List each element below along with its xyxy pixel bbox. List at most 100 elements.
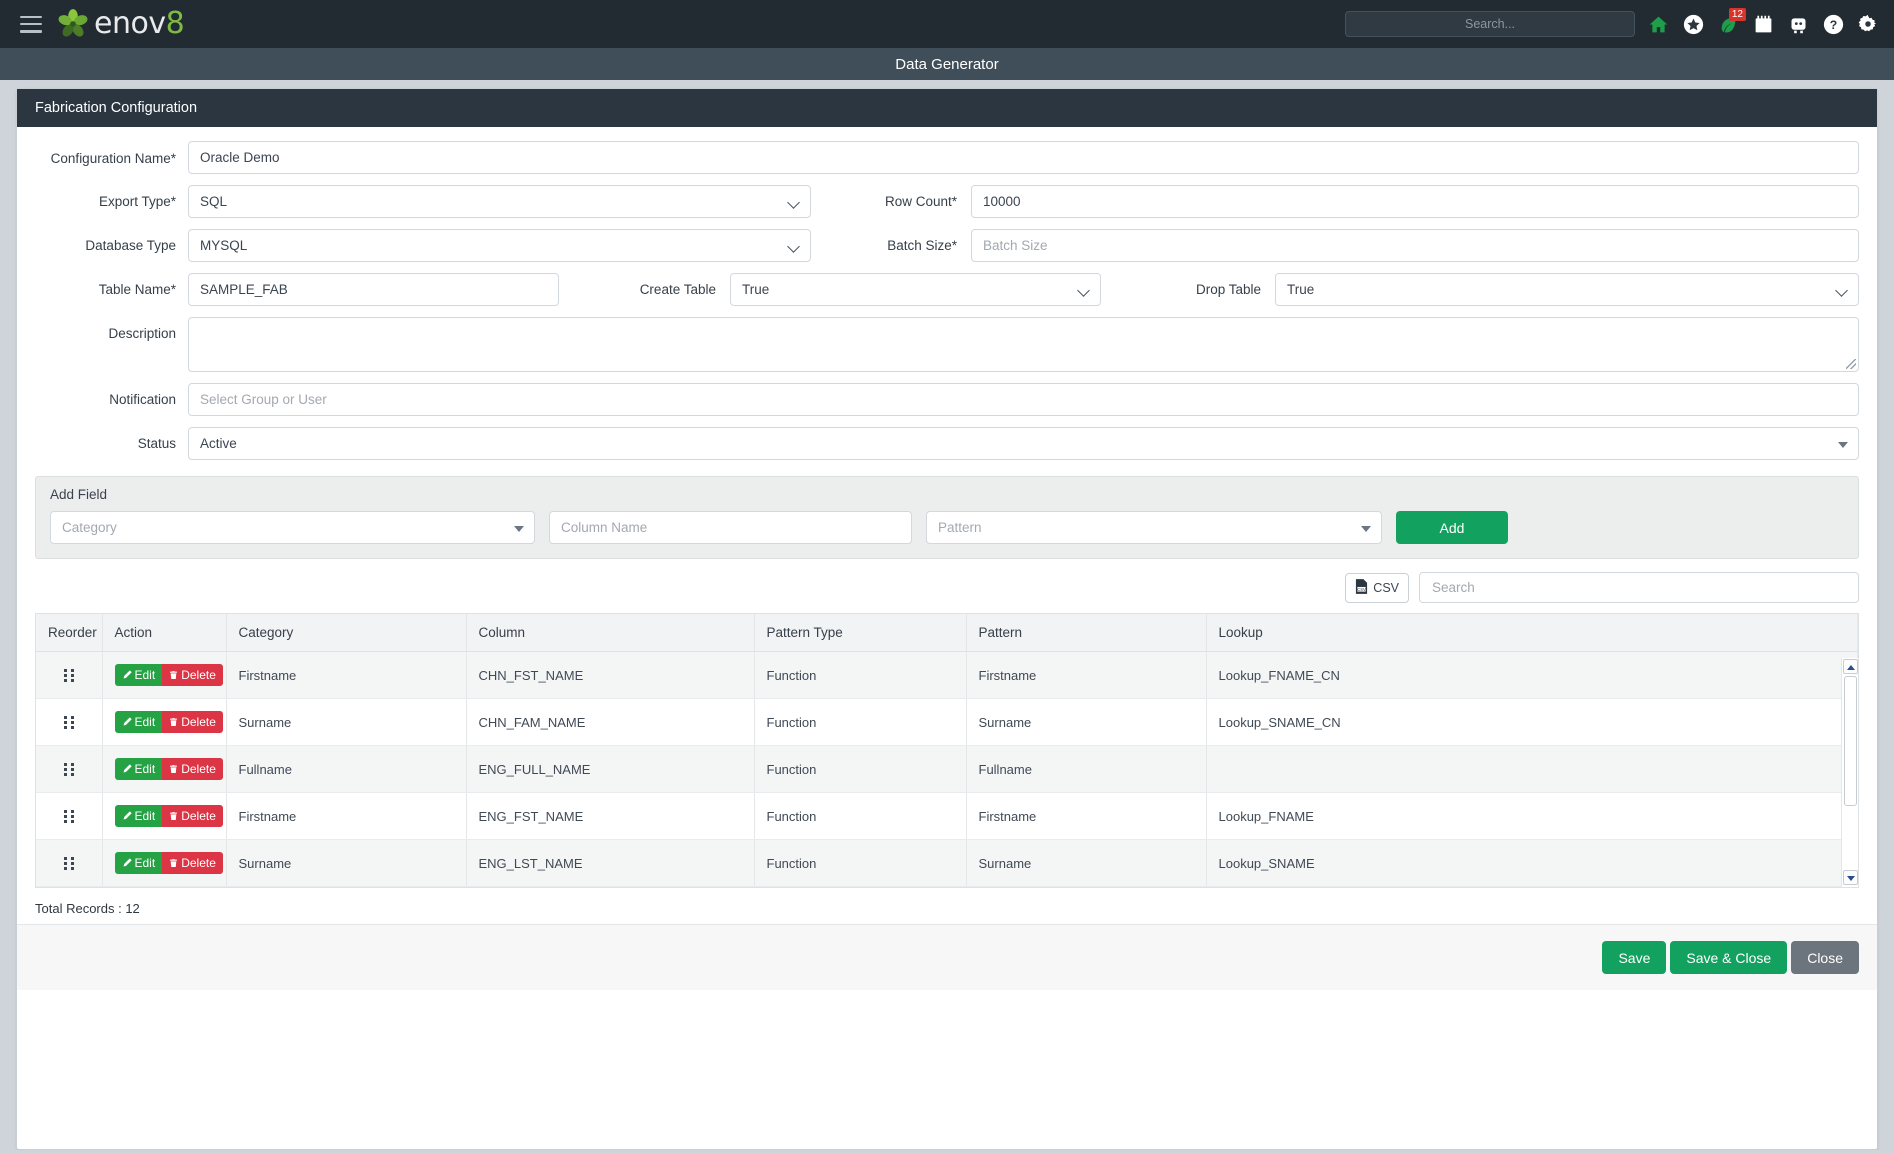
create-table-select[interactable]: True: [730, 273, 1101, 306]
delete-row-label: Delete: [181, 761, 216, 776]
edit-row-button[interactable]: Edit: [114, 710, 163, 734]
category-cell: Firstname: [226, 651, 467, 699]
csv-button-label: CSV: [1373, 580, 1399, 595]
delete-row-label: Delete: [181, 855, 216, 870]
column-cell: ENG_FULL_NAME: [466, 745, 755, 793]
edit-row-label: Edit: [134, 761, 156, 776]
edit-row-button[interactable]: Edit: [114, 757, 163, 781]
reorder-cell[interactable]: [36, 792, 103, 840]
table-toolbar: CSV CSV Search: [35, 572, 1859, 603]
edit-row-label: Edit: [134, 714, 156, 729]
add-field-controls: Category Column Name Pattern Add: [50, 511, 1844, 544]
status-select[interactable]: Active: [188, 427, 1859, 460]
fabrication-configuration-card: Fabrication Configuration Configuration …: [16, 88, 1878, 1150]
help-icon[interactable]: ?: [1821, 11, 1845, 37]
delete-row-button[interactable]: Delete: [162, 663, 223, 687]
drag-handle-icon[interactable]: [63, 809, 74, 823]
add-field-button[interactable]: Add: [1396, 511, 1508, 544]
csv-file-icon: CSV: [1355, 578, 1368, 597]
menu-toggle-icon[interactable]: [20, 15, 42, 33]
svg-text:?: ?: [1829, 17, 1836, 31]
edit-row-button[interactable]: Edit: [114, 804, 163, 828]
delete-row-button[interactable]: Delete: [162, 710, 223, 734]
delete-row-button[interactable]: Delete: [162, 851, 223, 875]
add-field-title: Add Field: [50, 487, 108, 502]
add-field-column-input[interactable]: Column Name: [549, 511, 912, 544]
leaf-notification-icon[interactable]: 12: [1716, 8, 1746, 37]
delete-row-button[interactable]: Delete: [162, 804, 223, 828]
table-body: Edit Delete Firstname CHN_FST_NAME Function F…: [36, 651, 1858, 887]
top-nav-actions: Search... 12 ?: [1345, 0, 1880, 48]
field-row-configuration-name: Configuration Name* Oracle Demo: [35, 141, 1859, 174]
column-header-reorder[interactable]: Reorder: [36, 614, 103, 652]
reorder-cell[interactable]: [36, 698, 103, 746]
pattern-cell: Firstname: [966, 651, 1207, 699]
status-label: Status: [137, 436, 176, 451]
scrollbar-thumb[interactable]: [1843, 676, 1857, 806]
notification-input[interactable]: Select Group or User: [188, 383, 1859, 416]
edit-row-button[interactable]: Edit: [114, 851, 163, 875]
export-type-select[interactable]: SQL: [188, 185, 811, 218]
pattern-type-cell: Function: [754, 792, 967, 840]
configuration-name-input[interactable]: Oracle Demo: [188, 141, 1859, 174]
reorder-cell[interactable]: [36, 839, 103, 887]
lookup-cell: Lookup_SNAME_CN: [1206, 698, 1858, 746]
pattern-cell: Surname: [966, 698, 1207, 746]
page-header: Data Generator: [0, 48, 1894, 80]
column-header-pattern[interactable]: Pattern: [966, 614, 1207, 652]
add-field-pattern-select[interactable]: Pattern: [926, 511, 1382, 544]
fields-table-wrapper: Reorder Action Category Column Pattern T…: [35, 613, 1859, 888]
star-icon[interactable]: [1681, 11, 1705, 37]
batch-size-input[interactable]: Batch Size: [971, 229, 1859, 262]
edit-row-button[interactable]: Edit: [114, 663, 163, 687]
field-row-description: Description: [35, 317, 1859, 372]
drag-handle-icon[interactable]: [63, 668, 74, 682]
column-header-column[interactable]: Column: [466, 614, 755, 652]
edit-row-label: Edit: [134, 808, 156, 823]
drag-handle-icon[interactable]: [63, 856, 74, 870]
brand-name: enov8: [94, 6, 185, 41]
configuration-name-label: Configuration Name*: [50, 151, 176, 166]
pattern-type-cell: Function: [754, 745, 967, 793]
add-field-category-select[interactable]: Category: [50, 511, 535, 544]
drop-table-select[interactable]: True: [1275, 273, 1859, 306]
table-vertical-scrollbar[interactable]: [1841, 658, 1858, 887]
table-search-input[interactable]: Search: [1419, 572, 1859, 603]
calendar-icon[interactable]: [1751, 11, 1775, 37]
delete-row-button[interactable]: Delete: [162, 757, 223, 781]
lookup-cell: Lookup_FNAME_CN: [1206, 651, 1858, 699]
scroll-up-arrow-icon[interactable]: [1842, 659, 1858, 674]
database-type-select[interactable]: MYSQL: [188, 229, 811, 262]
column-header-lookup[interactable]: Lookup: [1206, 614, 1858, 652]
gear-icon[interactable]: [1856, 11, 1880, 37]
reorder-cell[interactable]: [36, 651, 103, 699]
save-and-close-button[interactable]: Save & Close: [1670, 941, 1788, 974]
delete-row-label: Delete: [181, 808, 216, 823]
table-name-input[interactable]: SAMPLE_FAB: [188, 273, 559, 306]
global-search-input[interactable]: Search...: [1345, 11, 1635, 37]
drag-handle-icon[interactable]: [63, 762, 74, 776]
row-count-label: Row Count*: [884, 194, 957, 209]
column-header-pattern-type[interactable]: Pattern Type: [754, 614, 967, 652]
reorder-cell[interactable]: [36, 745, 103, 793]
save-button[interactable]: Save: [1602, 941, 1667, 974]
lookup-cell: [1206, 745, 1858, 793]
field-row-status: Status Active: [35, 427, 1859, 460]
description-textarea[interactable]: [188, 317, 1859, 372]
enov8-flower-icon: [56, 7, 90, 41]
scroll-down-arrow-icon[interactable]: [1843, 870, 1858, 885]
pattern-type-cell: Function: [754, 839, 967, 887]
robot-icon[interactable]: [1786, 11, 1810, 37]
row-count-input[interactable]: 10000: [971, 185, 1859, 218]
column-header-category[interactable]: Category: [226, 614, 467, 652]
description-label: Description: [108, 326, 176, 341]
brand-logo[interactable]: enov8: [56, 6, 185, 41]
drag-handle-icon[interactable]: [63, 715, 74, 729]
export-csv-button[interactable]: CSV CSV: [1345, 572, 1409, 603]
column-header-action[interactable]: Action: [102, 614, 227, 652]
table-row: Edit Delete Firstname CHN_FST_NAME Function F…: [36, 651, 1858, 699]
close-button[interactable]: Close: [1791, 941, 1859, 974]
database-type-label: Database Type: [85, 238, 176, 253]
notification-label: Notification: [109, 392, 176, 407]
home-icon[interactable]: [1646, 11, 1670, 37]
